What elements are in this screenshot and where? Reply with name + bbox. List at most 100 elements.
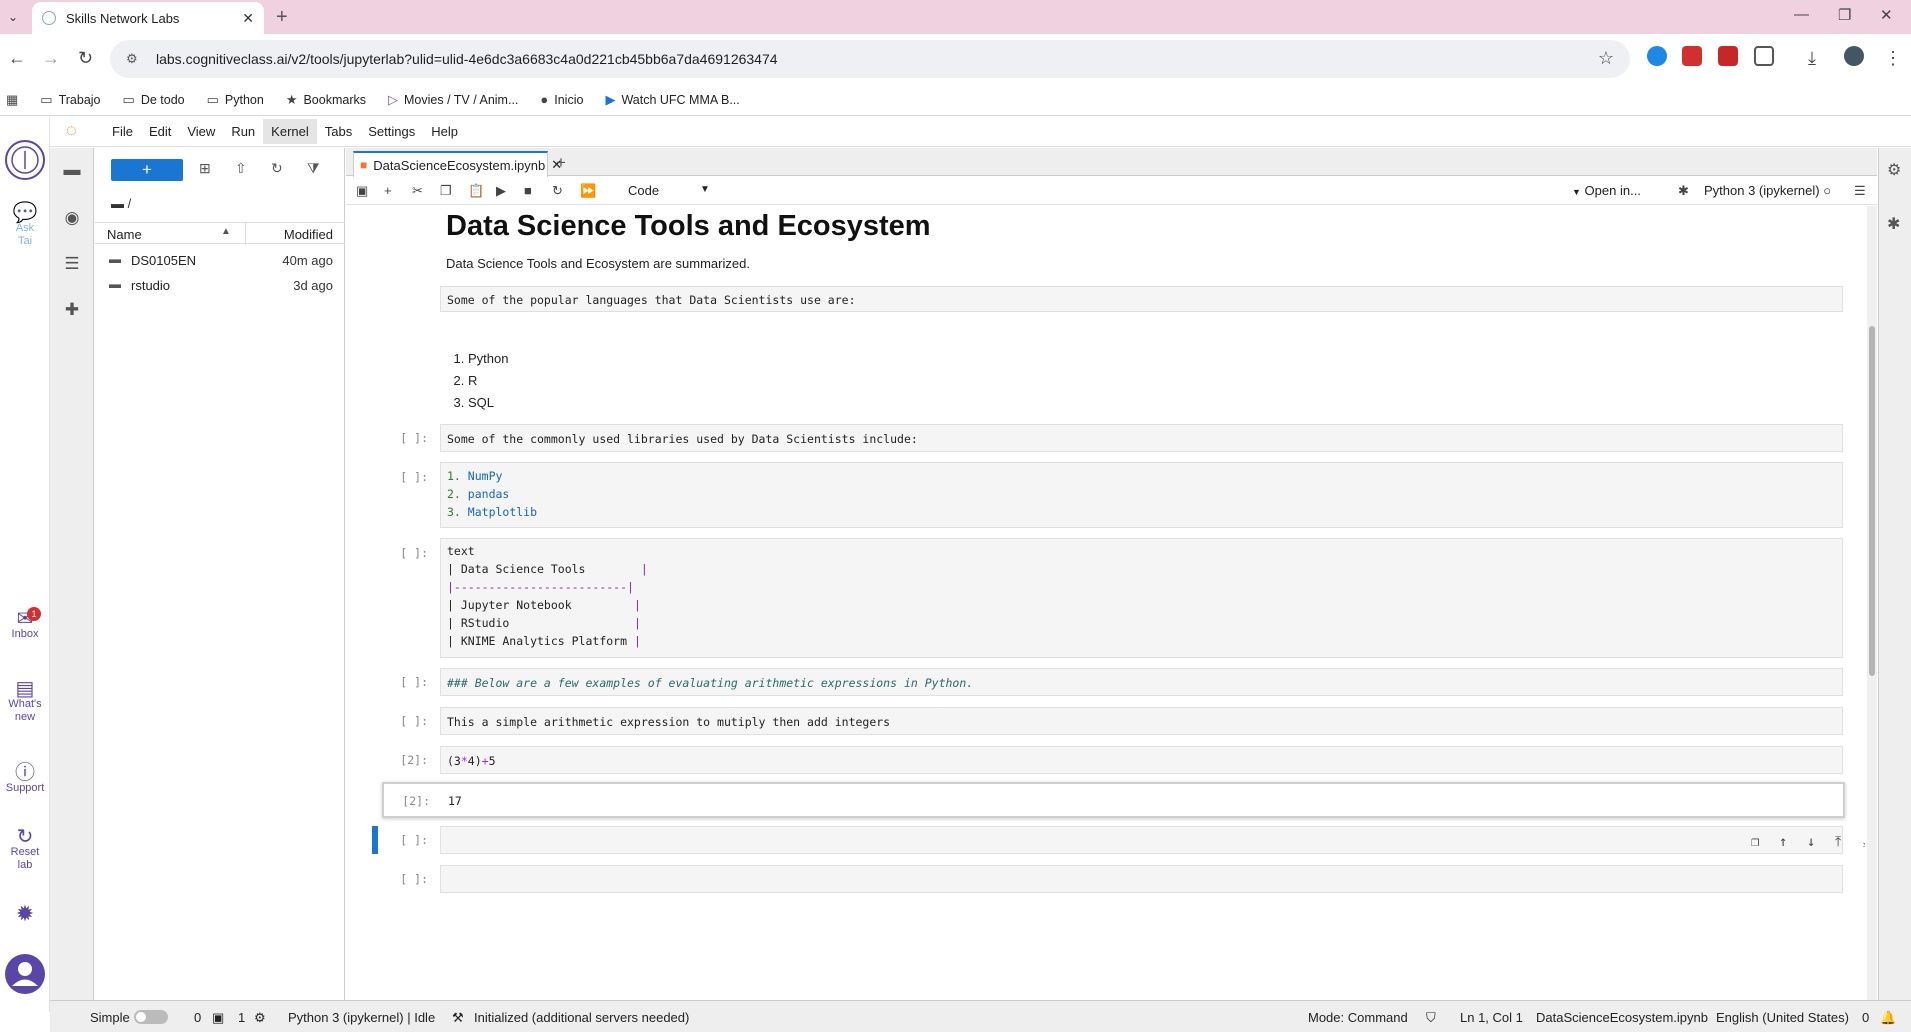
kernel-status[interactable]: Python 3 (ipykernel) | Idle [288, 1010, 435, 1025]
cell-input[interactable]: Some of the commonly used libraries used… [440, 424, 1843, 452]
lsp-status[interactable]: Initialized (additional servers needed) [474, 1010, 689, 1025]
bookmark-de-todo[interactable]: ▭ De todo [123, 92, 185, 108]
cell-input[interactable]: This a simple arithmetic expression to m… [440, 707, 1843, 735]
property-inspector-icon[interactable]: ☰ [1854, 183, 1866, 199]
whats-new-button[interactable]: ▤ What's new [0, 679, 50, 724]
bookmark-trabajo[interactable]: ▭ Trabajo [40, 92, 100, 108]
menu-kernel[interactable]: Kernel [263, 119, 317, 144]
user-avatar[interactable] [0, 953, 50, 995]
menu-help[interactable]: Help [423, 119, 466, 144]
bell-icon[interactable]: 🔔 [1880, 1010, 1896, 1026]
language-selector[interactable]: English (United States) [1716, 1010, 1849, 1025]
file-row[interactable]: ▬ rstudio 3d ago [95, 273, 345, 297]
cell-input[interactable]: Some of the popular languages that Data … [440, 286, 1843, 312]
stop-icon[interactable]: ■ [524, 183, 532, 198]
skills-network-logo[interactable] [0, 139, 50, 181]
download-icon[interactable]: ⤓ [1808, 48, 1816, 69]
kernel-name-button[interactable]: Python 3 (ipykernel) ○ [1704, 183, 1831, 198]
extension-2-icon[interactable] [1682, 46, 1702, 66]
cell-input[interactable]: ❐ ↑ ↓ ⤒ ⤓ 🗑 [440, 826, 1865, 854]
menu-view[interactable]: View [179, 119, 223, 144]
insert-below-icon[interactable]: ⤓ [1863, 833, 1865, 851]
copy-icon[interactable]: ❐ [440, 183, 452, 199]
support-button[interactable]: ⓘ Support [0, 763, 50, 795]
close-window-icon[interactable]: ✕ [1880, 6, 1893, 24]
restore-icon[interactable]: ❐ [1838, 6, 1851, 24]
apps-icon[interactable]: ▦ [6, 92, 18, 108]
omnibox[interactable]: ⚙ labs.cognitiveclass.ai/v2/tools/jupyte… [110, 40, 1630, 78]
upload-icon[interactable]: ⇧ [235, 160, 247, 177]
move-up-icon[interactable]: ↑ [1779, 833, 1787, 851]
cell-input[interactable]: text | Data Science Tools | |-----------… [440, 538, 1843, 658]
filter-icon[interactable]: ⧩ [307, 160, 320, 177]
scrollbar-thumb[interactable] [1869, 326, 1875, 676]
pdf-extension-icon[interactable] [1718, 46, 1738, 66]
extensions-icon[interactable]: ✚ [50, 300, 94, 320]
terminals-count[interactable]: 0 [194, 1010, 201, 1025]
menu-edit[interactable]: Edit [141, 119, 179, 144]
cell-input[interactable]: ### Below are a few examples of evaluati… [440, 668, 1843, 696]
debugger-bug-icon[interactable]: ✱ [1887, 214, 1900, 234]
duplicate-cell-icon[interactable]: ❐ [1751, 833, 1759, 851]
simple-mode-toggle[interactable] [134, 1010, 168, 1024]
cell-type-select[interactable]: Code ▼ [628, 183, 710, 198]
new-tab-button[interactable]: + [276, 6, 288, 29]
debugger-icon[interactable]: ✱ [1678, 183, 1689, 199]
menu-tabs[interactable]: Tabs [317, 119, 360, 144]
open-in-button[interactable]: ▼ Open in... [1572, 183, 1641, 198]
table-of-contents-icon[interactable]: ☰ [50, 254, 94, 274]
reload-icon[interactable]: ↻ [78, 48, 93, 69]
paste-icon[interactable]: 📋 [468, 183, 484, 199]
file-row[interactable]: ▬ DS0105EN 40m ago [95, 248, 345, 272]
cell-input[interactable]: (3*4)+5 [440, 746, 1843, 774]
theme-toggle-icon[interactable]: ✹ [0, 903, 50, 925]
new-launcher-button[interactable]: + [111, 159, 183, 181]
bookmark-movies[interactable]: ▷ Movies / TV / Anim... [388, 92, 518, 108]
bookmark-star-icon[interactable]: ☆ [1598, 48, 1614, 69]
ask-tai-button[interactable]: 💬 Ask Tai [0, 203, 50, 248]
forward-icon[interactable]: → [42, 48, 60, 69]
column-modified[interactable]: Modified [284, 227, 333, 242]
cell-output[interactable]: [2]: 17 [382, 782, 1845, 818]
extension-1-icon[interactable] [1647, 46, 1667, 66]
cell-input[interactable]: 1. NumPy 2. pandas 3. Matplotlib [440, 462, 1843, 528]
move-down-icon[interactable]: ↓ [1807, 833, 1815, 851]
back-icon[interactable]: ← [8, 48, 26, 69]
notebook-tab[interactable]: ■ DataScienceEcosystem.ipynb ✕ [353, 151, 562, 177]
running-sessions-icon[interactable]: ◉ [50, 208, 94, 228]
run-icon[interactable]: ▶ [496, 183, 506, 199]
menu-settings[interactable]: Settings [360, 119, 423, 144]
minimize-icon[interactable]: — [1794, 6, 1809, 23]
property-inspector-gear-icon[interactable]: ⚙ [1887, 160, 1901, 180]
notebook-cells[interactable]: Data Science Tools and Ecosystem Data Sc… [346, 206, 1865, 1000]
cursor-position[interactable]: Ln 1, Col 1 [1460, 1010, 1523, 1025]
site-info-icon[interactable]: ⚙ [126, 51, 144, 67]
insert-above-icon[interactable]: ⤒ [1835, 833, 1841, 851]
new-launcher-tab-button[interactable]: + [556, 153, 566, 173]
column-name[interactable]: Name [107, 227, 142, 242]
profile-avatar[interactable] [1844, 46, 1864, 66]
inbox-button[interactable]: ✉ Inbox 1 [0, 607, 50, 641]
notebook-scrollbar[interactable] [1867, 206, 1877, 1000]
url-text[interactable]: labs.cognitiveclass.ai/v2/tools/jupyterl… [156, 51, 778, 67]
file-browser-tab-icon[interactable]: ▬ [50, 160, 94, 180]
bookmark-python[interactable]: ▭ Python [207, 92, 264, 108]
restart-icon[interactable]: ↻ [552, 183, 563, 199]
bookmark-inicio[interactable]: ● Inicio [540, 92, 583, 107]
bookmark-bookmarks[interactable]: ★ Bookmarks [286, 92, 366, 108]
cut-icon[interactable]: ✂ [412, 183, 423, 199]
extensions-puzzle-icon[interactable] [1754, 46, 1774, 66]
reset-lab-button[interactable]: ↻ Reset lab [0, 827, 50, 872]
menu-run[interactable]: Run [223, 119, 263, 144]
insert-cell-icon[interactable]: + [384, 183, 392, 198]
new-folder-icon[interactable]: ⊞ [199, 160, 211, 177]
browser-menu-icon[interactable]: ⋮ [1884, 48, 1902, 69]
breadcrumb[interactable]: ▬ / [111, 196, 131, 211]
bookmark-ufc[interactable]: ▶ Watch UFC MMA B... [605, 92, 739, 108]
close-tab-icon[interactable]: ✕ [242, 10, 254, 27]
restart-run-all-icon[interactable]: ⏩ [580, 183, 596, 199]
save-icon[interactable]: ▣ [356, 183, 368, 199]
browser-tab[interactable]: Skills Network Labs ✕ [32, 2, 264, 34]
menu-file[interactable]: File [104, 119, 141, 144]
tab-search-icon[interactable]: ⌄ [4, 8, 22, 26]
